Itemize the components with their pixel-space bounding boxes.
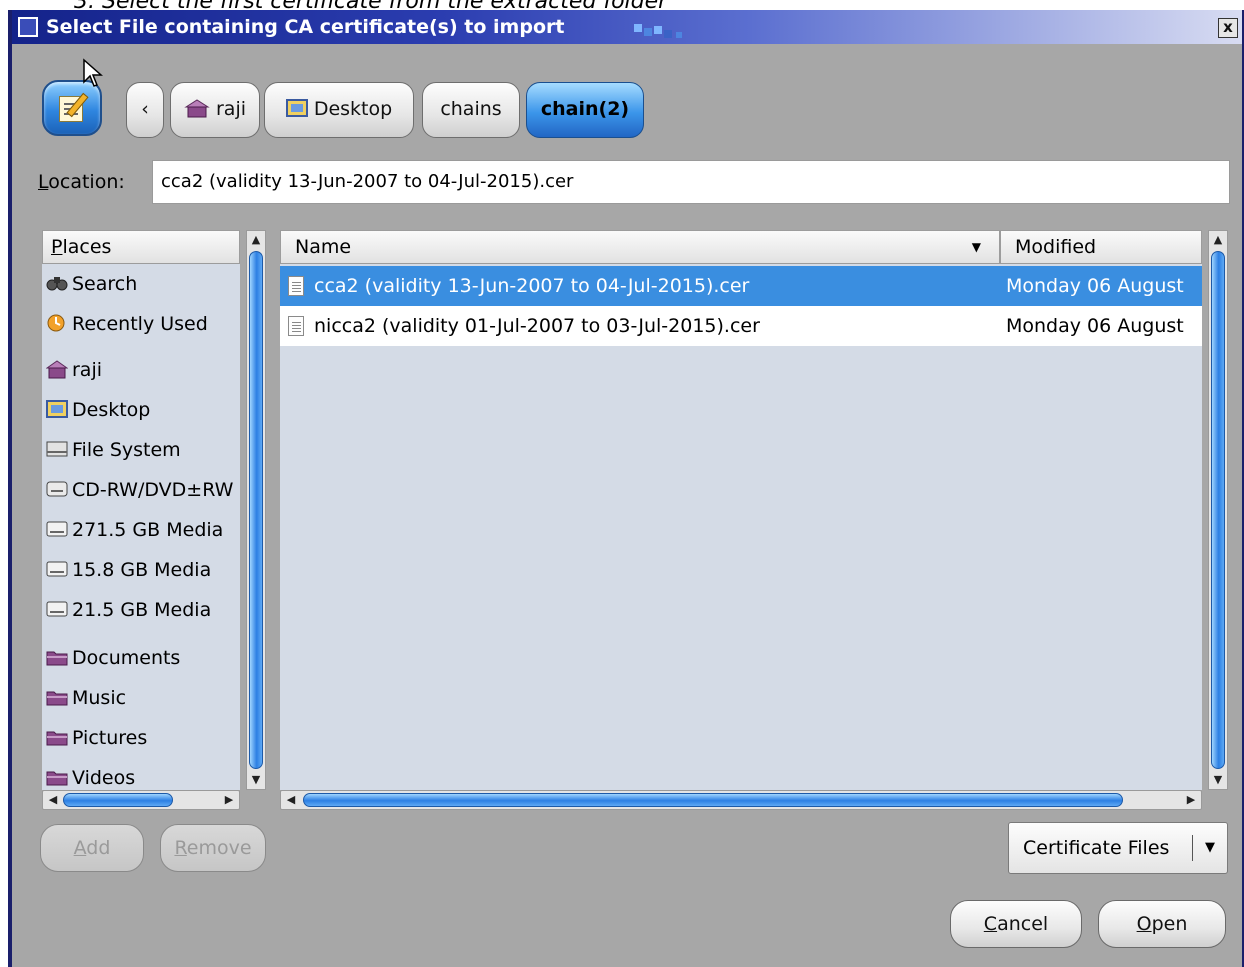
files-horizontal-scrollbar[interactable]: ◀ ▶ [280, 790, 1202, 810]
scroll-right-arrow-icon[interactable]: ▶ [1183, 792, 1199, 808]
drive-icon [46, 561, 68, 576]
place-raji[interactable]: raji [42, 352, 240, 388]
open-button[interactable]: Open [1098, 900, 1226, 948]
desktop-icon [285, 98, 308, 117]
place-pictures[interactable]: Pictures [42, 720, 240, 756]
mouse-pointer-icon [83, 58, 103, 87]
crumb-desktop[interactable]: Desktop [264, 82, 414, 138]
scroll-down-arrow-icon[interactable]: ▼ [1211, 772, 1225, 788]
edit-location-button[interactable] [42, 80, 102, 136]
document-icon [288, 276, 304, 296]
file-row[interactable]: cca2 (validity 13-Jun-2007 to 04-Jul-201… [280, 266, 1202, 306]
place-documents[interactable]: Documents [42, 640, 240, 676]
filter-selected-value: Certificate Files [1023, 837, 1170, 859]
place-music[interactable]: Music [42, 680, 240, 716]
close-button[interactable]: x [1218, 18, 1238, 38]
column-header-modified[interactable]: Modified [1000, 230, 1202, 264]
search-icon [46, 276, 68, 290]
place-media-15[interactable]: 15.8 GB Media [42, 552, 240, 588]
chevron-down-icon: ▼ [1205, 840, 1215, 855]
home-icon [184, 98, 210, 117]
file-row[interactable]: nicca2 (validity 01-Jul-2007 to 03-Jul-2… [280, 306, 1202, 346]
path-back-button[interactable]: ‹ [126, 82, 164, 138]
files-vertical-scrollbar[interactable]: ▲ ▼ [1208, 230, 1228, 790]
home-icon [46, 359, 68, 378]
places-header[interactable]: Places [42, 230, 240, 264]
places-hscroll-thumb[interactable] [63, 793, 173, 807]
title-bar[interactable]: Select File containing CA certificate(s)… [12, 10, 1242, 44]
drive-icon [46, 601, 68, 616]
title-decoration-icon [634, 24, 682, 38]
combo-separator [1192, 835, 1193, 861]
document-icon [288, 316, 304, 336]
place-optical-drive[interactable]: CD-RW/DVD±RW Drive [42, 472, 240, 508]
window-menu-icon[interactable] [18, 17, 38, 37]
scroll-left-arrow-icon[interactable]: ◀ [45, 792, 61, 808]
remove-button[interactable]: Remove [160, 824, 266, 872]
recent-icon [47, 314, 65, 331]
file-list-pane: Name ▼ Modified cca2 (validity 13-Jun-200… [280, 230, 1202, 790]
optical-drive-icon [46, 481, 68, 496]
folder-icon [46, 691, 68, 705]
dialog-title: Select File containing CA certificate(s)… [46, 16, 565, 38]
place-videos[interactable]: Videos [42, 760, 240, 790]
place-recently-used[interactable]: Recently Used [42, 306, 240, 342]
sort-down-icon: ▼ [971, 240, 981, 254]
places-vscroll-thumb[interactable] [249, 251, 263, 769]
folder-icon [46, 651, 68, 665]
place-search[interactable]: Search [42, 266, 240, 302]
drive-icon [46, 441, 68, 456]
place-media-271[interactable]: 271.5 GB Media [42, 512, 240, 548]
place-file-system[interactable]: File System [42, 432, 240, 468]
place-desktop[interactable]: Desktop [42, 392, 240, 428]
places-vertical-scrollbar[interactable]: ▲ ▼ [246, 230, 266, 790]
scroll-up-arrow-icon[interactable]: ▲ [249, 232, 263, 248]
files-hscroll-thumb[interactable] [303, 793, 1123, 807]
place-media-21[interactable]: 21.5 GB Media [42, 592, 240, 628]
column-header-name[interactable]: Name ▼ [280, 230, 1000, 264]
folder-icon [46, 771, 68, 785]
crumb-chain-2[interactable]: chain(2) [526, 82, 644, 138]
add-button[interactable]: Add [40, 824, 144, 872]
scroll-down-arrow-icon[interactable]: ▼ [249, 772, 263, 788]
desktop-icon [46, 399, 68, 418]
file-chooser-dialog: Select File containing CA certificate(s)… [8, 10, 1244, 967]
chevron-left-icon: ‹ [141, 98, 149, 120]
crumb-chains[interactable]: chains [422, 82, 520, 138]
scroll-left-arrow-icon[interactable]: ◀ [283, 792, 299, 808]
location-label: Location: [38, 171, 125, 193]
file-type-filter[interactable]: Certificate Files ▼ [1008, 822, 1228, 874]
files-vscroll-thumb[interactable] [1211, 251, 1225, 769]
places-pane: Places Search Recently Used raji Desktop… [42, 230, 240, 790]
folder-icon [46, 731, 68, 745]
drive-icon [46, 521, 68, 536]
scroll-up-arrow-icon[interactable]: ▲ [1211, 232, 1225, 248]
crumb-raji[interactable]: raji [170, 82, 260, 138]
scroll-right-arrow-icon[interactable]: ▶ [221, 792, 237, 808]
cancel-button[interactable]: Cancel [950, 900, 1082, 948]
places-horizontal-scrollbar[interactable]: ◀ ▶ [42, 790, 240, 810]
location-input[interactable]: cca2 (validity 13-Jun-2007 to 04-Jul-201… [152, 160, 1230, 204]
